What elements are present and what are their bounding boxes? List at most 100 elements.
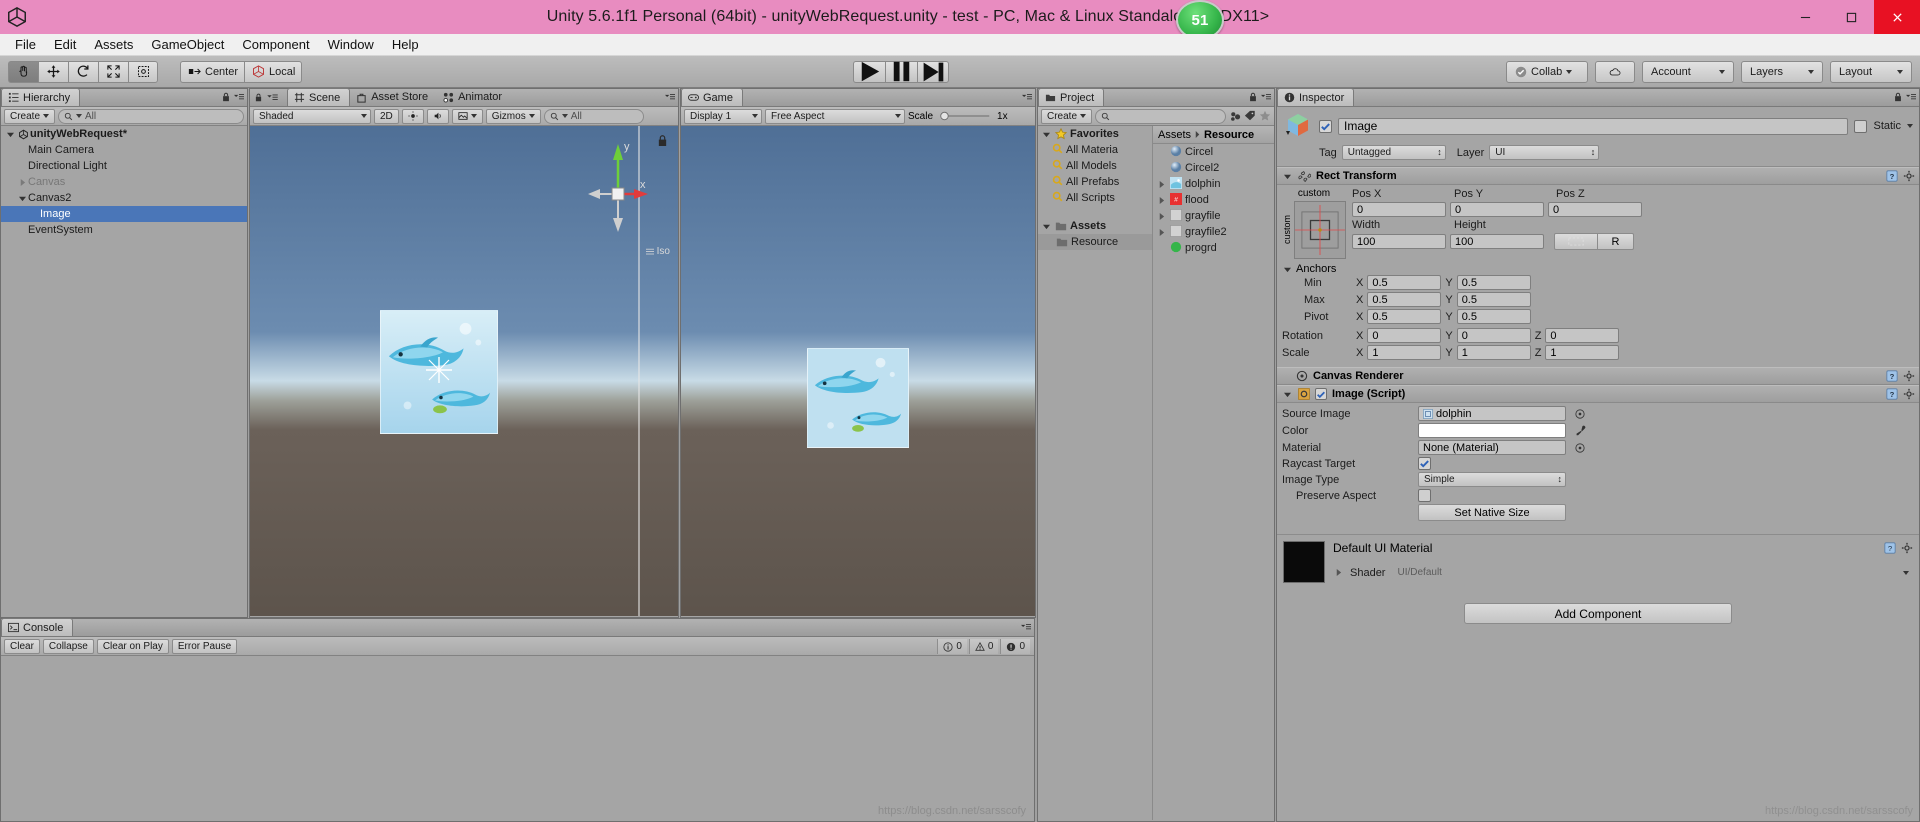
color-swatch-field[interactable] xyxy=(1418,423,1566,438)
help-icon[interactable]: ? xyxy=(1884,542,1896,554)
anchor-min-x-input[interactable]: 0.5 xyxy=(1367,275,1442,290)
pos-z-input[interactable]: 0 xyxy=(1548,202,1642,217)
collapse-arrow-down-icon[interactable] xyxy=(1282,266,1293,273)
object-picker-icon[interactable] xyxy=(1575,408,1585,419)
menu-icon[interactable] xyxy=(267,93,278,102)
menu-icon[interactable] xyxy=(665,92,675,102)
cloud-services-button[interactable] xyxy=(1595,60,1636,83)
tab-scene[interactable]: Scene xyxy=(287,88,351,106)
set-native-size-button[interactable]: Set Native Size xyxy=(1418,504,1566,521)
hierarchy-item-directional-light[interactable]: Directional Light xyxy=(1,158,247,174)
rect-transform-header[interactable]: Rect Transform ? xyxy=(1277,167,1919,185)
tab-project[interactable]: Project xyxy=(1038,88,1105,106)
blueprint-mode-button[interactable] xyxy=(1554,233,1598,250)
menu-help[interactable]: Help xyxy=(383,35,428,54)
menu-icon[interactable] xyxy=(234,92,244,102)
project-favorite-all-models[interactable]: All Models xyxy=(1038,158,1152,174)
pivot-rotation-button[interactable]: Local xyxy=(244,60,303,83)
rotation-z-input[interactable]: 0 xyxy=(1545,328,1620,343)
image-type-dropdown[interactable]: Simple ↕ xyxy=(1418,472,1566,487)
pivot-x-input[interactable]: 0.5 xyxy=(1367,309,1442,324)
project-file-circel2[interactable]: Circel2 xyxy=(1153,160,1274,176)
chevron-down-icon[interactable] xyxy=(1907,124,1913,128)
gear-icon[interactable] xyxy=(1903,370,1915,382)
tab-asset-store[interactable]: Asset Store xyxy=(350,88,437,106)
scale-z-input[interactable]: 1 xyxy=(1545,345,1620,360)
menu-component[interactable]: Component xyxy=(233,35,318,54)
console-error-pause-toggle[interactable]: Error Pause xyxy=(171,638,238,654)
expand-arrow-right-icon[interactable] xyxy=(1156,212,1167,220)
scene-audio-toggle[interactable] xyxy=(426,108,449,124)
height-input[interactable]: 100 xyxy=(1450,234,1544,249)
scene-lock-icon[interactable] xyxy=(657,134,668,147)
eyedropper-icon[interactable] xyxy=(1575,425,1586,436)
step-button[interactable] xyxy=(916,60,949,83)
filter-label-icon[interactable] xyxy=(1244,110,1256,122)
material-field[interactable]: None (Material) xyxy=(1418,440,1566,455)
image-enabled-checkbox[interactable] xyxy=(1315,388,1327,400)
source-image-field[interactable]: dolphin xyxy=(1418,406,1566,421)
scale-tool-button[interactable] xyxy=(98,60,128,83)
tab-animator[interactable]: Animator xyxy=(437,88,511,106)
menu-assets[interactable]: Assets xyxy=(85,35,142,54)
project-create-button[interactable]: Create xyxy=(1041,108,1093,124)
shader-dropdown[interactable]: UI/Default xyxy=(1391,565,1913,580)
expand-arrow-right-icon[interactable] xyxy=(1156,196,1167,204)
gear-icon[interactable] xyxy=(1903,170,1915,182)
layer-dropdown[interactable]: UI ↕ xyxy=(1489,145,1600,160)
expand-arrow-down-icon[interactable] xyxy=(1041,131,1052,138)
menu-icon[interactable] xyxy=(1022,92,1032,102)
filter-type-icon[interactable] xyxy=(1229,110,1241,122)
preserve-aspect-checkbox[interactable] xyxy=(1418,489,1431,502)
breadcrumb-assets[interactable]: Assets xyxy=(1158,129,1191,141)
scene-search-input[interactable]: All xyxy=(543,108,644,124)
pivot-y-input[interactable]: 0.5 xyxy=(1456,309,1531,324)
console-error-counter[interactable]: 0 xyxy=(1000,639,1030,654)
breadcrumb-resource[interactable]: Resource xyxy=(1204,129,1254,141)
pivot-mode-button[interactable]: Center xyxy=(180,60,245,83)
project-favorite-all-prefabs[interactable]: All Prefabs xyxy=(1038,174,1152,190)
canvas-renderer-header[interactable]: Canvas Renderer ? xyxy=(1277,367,1919,385)
scene-projection-label[interactable]: Iso xyxy=(645,246,670,257)
help-icon[interactable]: ? xyxy=(1886,370,1898,382)
object-picker-icon[interactable] xyxy=(1575,442,1585,453)
scene-2d-toggle[interactable]: 2D xyxy=(374,108,399,124)
anchor-min-y-input[interactable]: 0.5 xyxy=(1456,275,1531,290)
scene-orientation-gizmo[interactable]: y x xyxy=(586,136,650,246)
lock-icon[interactable] xyxy=(1893,92,1903,102)
project-file-grayfile2[interactable]: grayfile2 xyxy=(1153,224,1274,240)
menu-edit[interactable]: Edit xyxy=(45,35,85,54)
scene-dolphin-sprite[interactable] xyxy=(380,310,498,434)
help-icon[interactable]: ? xyxy=(1886,388,1898,400)
rotation-x-input[interactable]: 0 xyxy=(1367,328,1442,343)
gear-icon[interactable] xyxy=(1901,542,1913,554)
scene-lighting-toggle[interactable] xyxy=(401,108,424,124)
play-button[interactable] xyxy=(852,60,885,83)
tab-game[interactable]: Game xyxy=(681,88,743,106)
scene-fx-toggle[interactable] xyxy=(451,108,483,124)
console-collapse-toggle[interactable]: Collapse xyxy=(42,638,94,654)
image-script-header[interactable]: Image (Script) ? xyxy=(1277,385,1919,403)
pause-button[interactable] xyxy=(884,60,917,83)
project-file-grayfile[interactable]: grayfile xyxy=(1153,208,1274,224)
console-warning-counter[interactable]: 0 xyxy=(968,639,999,654)
expand-arrow-down-icon[interactable] xyxy=(1041,223,1052,230)
scale-x-input[interactable]: 1 xyxy=(1367,345,1442,360)
gear-icon[interactable] xyxy=(1903,388,1915,400)
rotate-tool-button[interactable] xyxy=(68,60,98,83)
expand-arrow-right-icon[interactable] xyxy=(1333,569,1344,576)
game-display-dropdown[interactable]: Display 1 xyxy=(684,108,762,124)
tab-inspector[interactable]: Inspector xyxy=(1277,88,1355,106)
menu-icon[interactable] xyxy=(1261,92,1271,102)
project-favorite-all-scripts[interactable]: All Scripts xyxy=(1038,190,1152,206)
hand-tool-button[interactable] xyxy=(8,60,38,83)
scene-gizmos-toggle[interactable]: Gizmos xyxy=(485,108,541,124)
rect-tool-button[interactable] xyxy=(128,60,158,83)
anchor-preset-box[interactable] xyxy=(1294,201,1346,259)
anchors-foldout[interactable]: Anchors xyxy=(1282,263,1914,275)
add-component-button[interactable]: Add Component xyxy=(1464,603,1732,624)
scene-viewport[interactable]: y x Iso xyxy=(250,126,678,616)
maximize-button[interactable] xyxy=(1828,0,1874,34)
layers-button[interactable]: Layers xyxy=(1741,60,1824,83)
static-checkbox[interactable] xyxy=(1854,119,1868,133)
